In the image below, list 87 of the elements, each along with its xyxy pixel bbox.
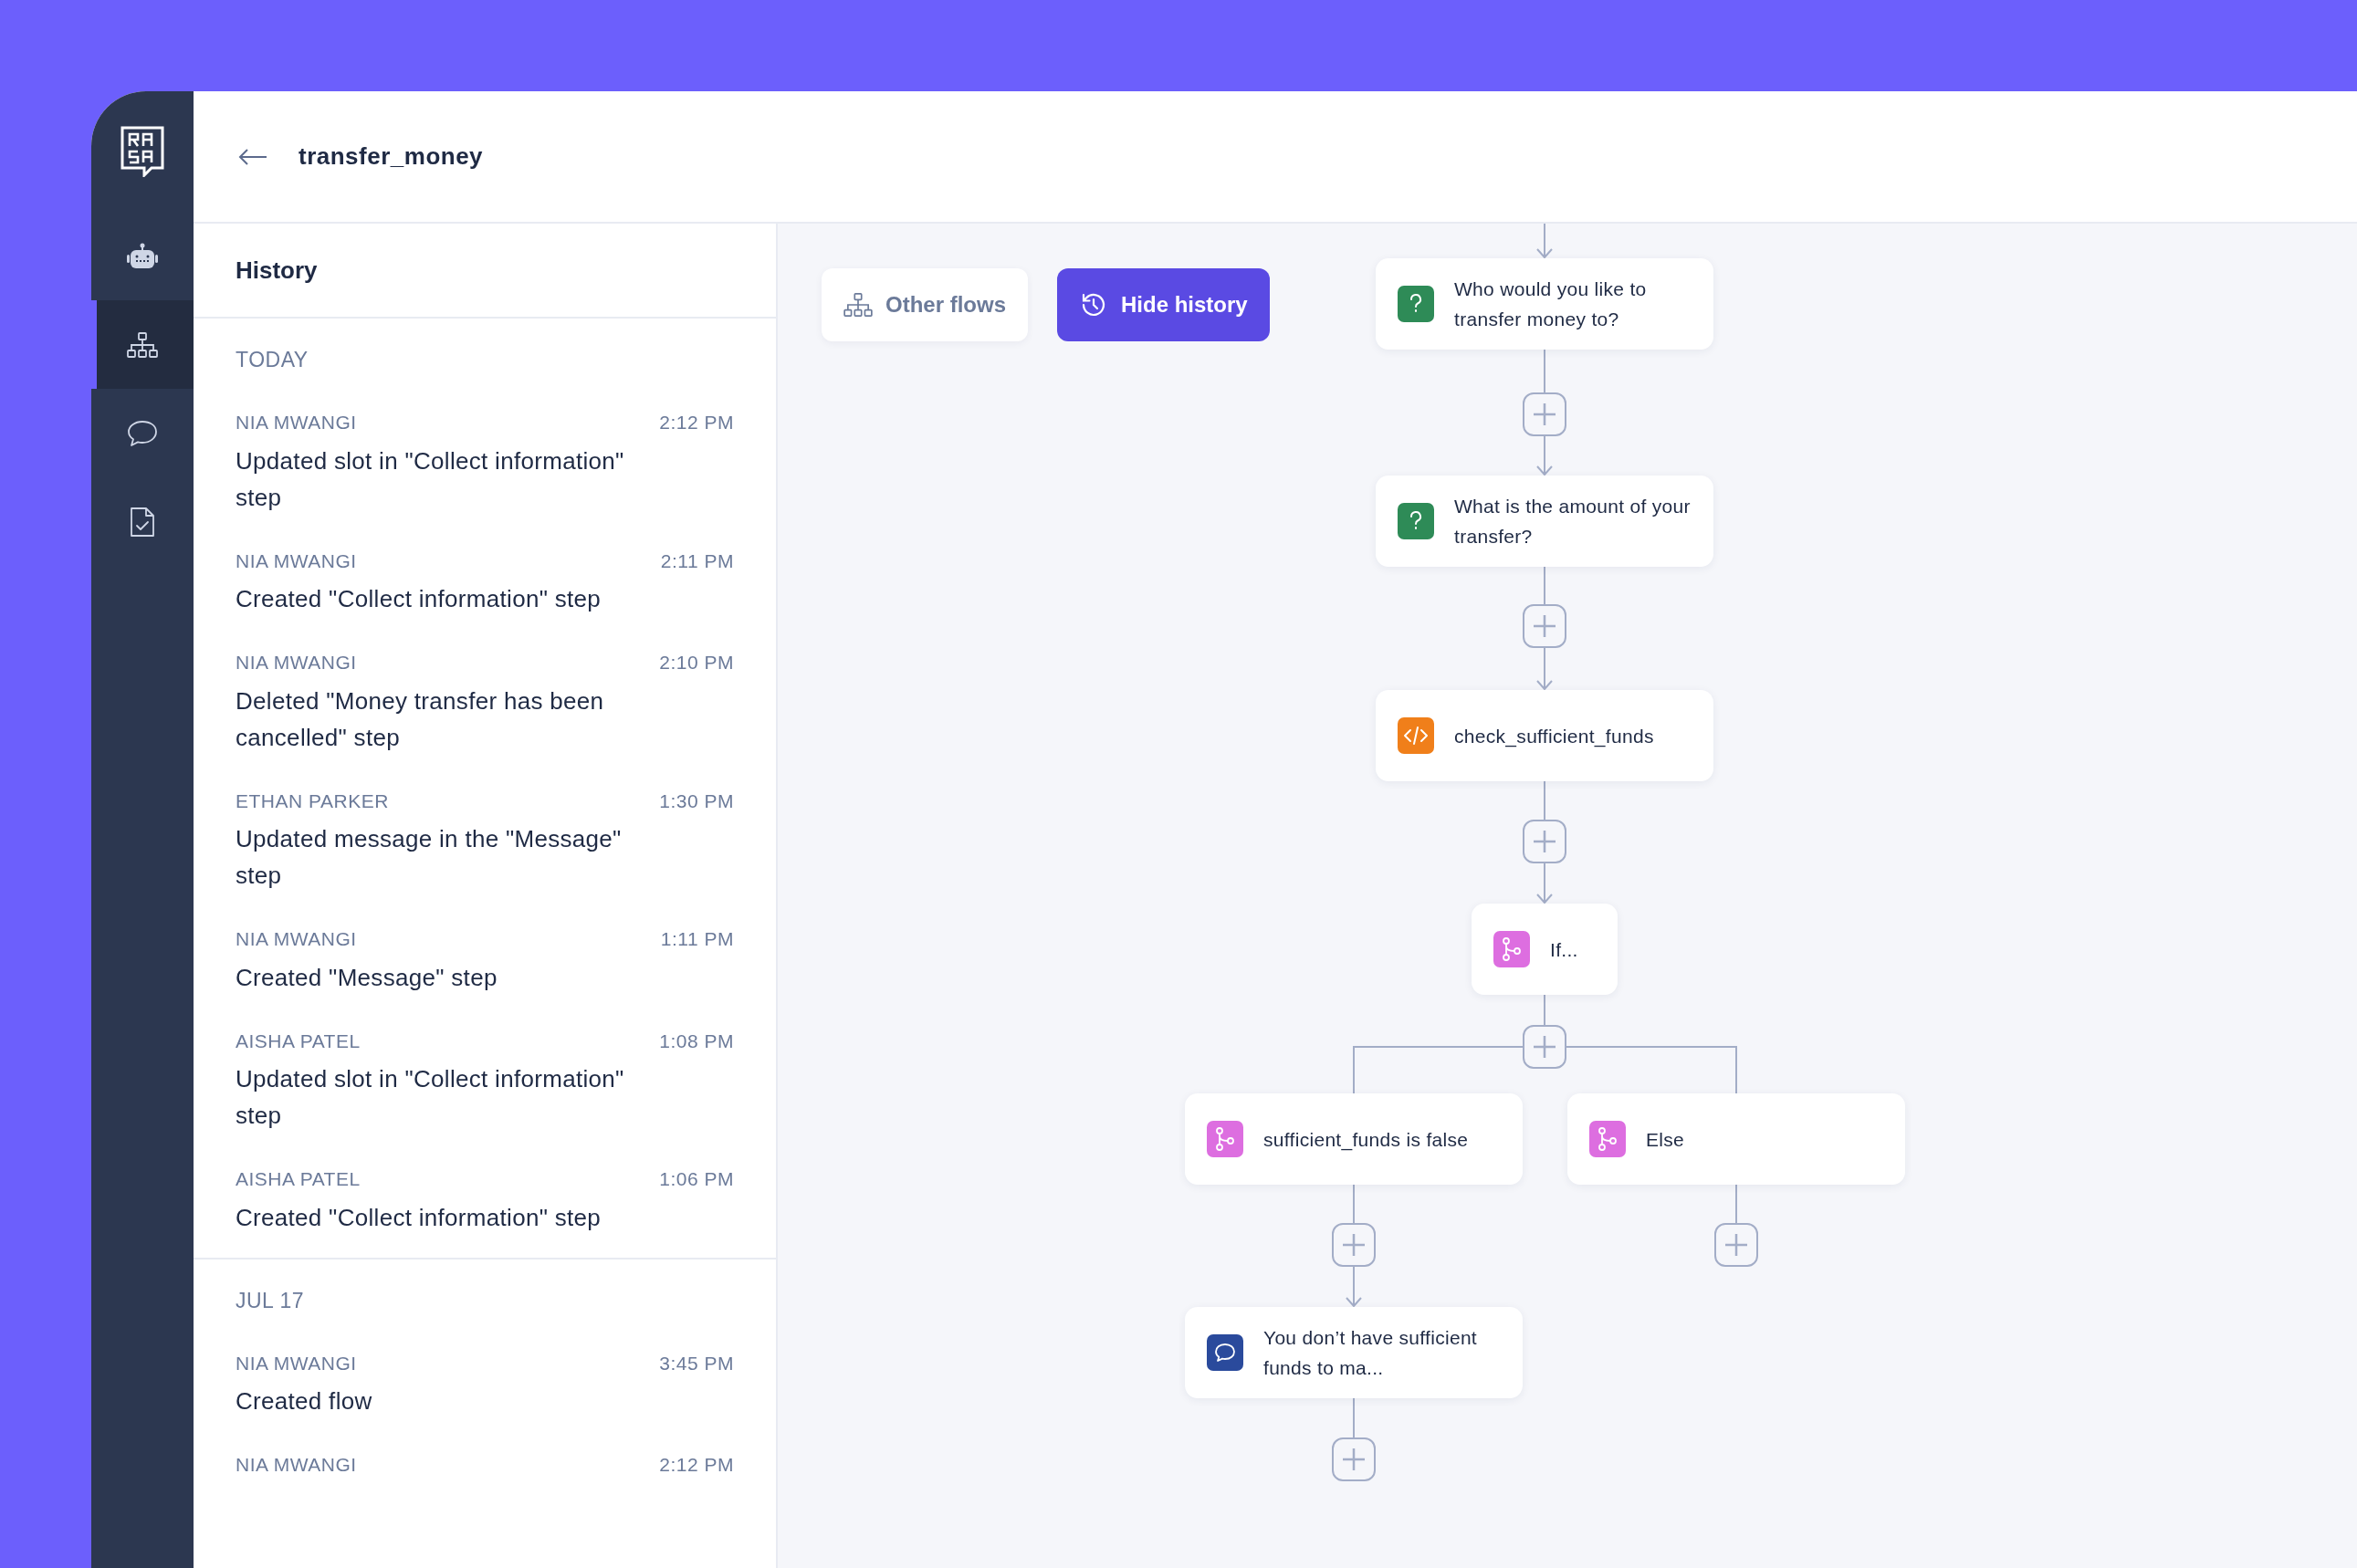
- connector-line: [1735, 1184, 1737, 1224]
- flow-step-card[interactable]: What is the amount of your transfer?: [1376, 476, 1713, 567]
- flow-step-card[interactable]: check_sufficient_funds: [1376, 690, 1713, 781]
- plus-icon: [1342, 1448, 1366, 1471]
- logo-icon: [120, 126, 164, 177]
- hide-history-button[interactable]: Hide history: [1057, 268, 1270, 341]
- connector-arrow: [1346, 1266, 1362, 1308]
- entry-time: 2:10 PM: [659, 651, 734, 674]
- entry-time: 1:11 PM: [660, 927, 734, 951]
- step-label: You don’t have sufficient funds to ma...: [1263, 1326, 1478, 1380]
- connector-arrow: [1536, 647, 1553, 691]
- sitemap-icon: [127, 331, 158, 358]
- connector-line: [1353, 1184, 1355, 1224]
- plus-icon: [1342, 1233, 1366, 1257]
- speech-bubble-icon: [127, 419, 158, 447]
- date-heading: JUL 17: [236, 1287, 306, 1314]
- add-step-button[interactable]: [1523, 604, 1566, 648]
- author-name: ETHAN PARKER: [236, 789, 389, 813]
- author-name: NIA MWANGI: [236, 651, 357, 674]
- connector-line: [1353, 1397, 1355, 1438]
- robot-icon: [126, 242, 159, 270]
- entry-time: 3:45 PM: [659, 1351, 734, 1375]
- author-name: NIA MWANGI: [236, 1453, 357, 1477]
- other-flows-button[interactable]: Other flows: [822, 268, 1028, 341]
- author-name: NIA MWANGI: [236, 411, 357, 434]
- sitemap-icon: [843, 293, 873, 317]
- author-name: NIA MWANGI: [236, 927, 357, 951]
- plus-icon: [1533, 830, 1556, 853]
- flow-step-card[interactable]: sufficient_funds is false: [1185, 1093, 1523, 1185]
- entry-time: 1:08 PM: [659, 1029, 734, 1053]
- add-step-button[interactable]: [1332, 1223, 1376, 1267]
- history-entry-text: Updated message in the "Message" step: [236, 824, 623, 891]
- code-icon: [1398, 717, 1434, 754]
- entry-time: 2:12 PM: [659, 411, 734, 434]
- connector-arrow: [1536, 435, 1553, 476]
- add-step-button[interactable]: [1332, 1437, 1376, 1481]
- speech-bubble-icon: [1207, 1334, 1243, 1371]
- plus-icon: [1533, 614, 1556, 638]
- history-entry-text: Deleted "Money transfer has been cancelled" step: [236, 685, 605, 753]
- flow-step-card[interactable]: You don’t have sufficient funds to ma...: [1185, 1307, 1523, 1398]
- connector-line: [1544, 992, 1545, 1026]
- step-label: If...: [1550, 937, 1578, 962]
- step-label: sufficient_funds is false: [1263, 1127, 1469, 1153]
- entry-time: 1:30 PM: [659, 789, 734, 813]
- flow-step-card[interactable]: Who would you like to transfer money to?: [1376, 258, 1713, 350]
- author-name: NIA MWANGI: [236, 1351, 357, 1375]
- entry-time: 2:12 PM: [659, 1453, 734, 1477]
- question-mark-icon: [1398, 286, 1434, 322]
- history-title: History: [236, 255, 318, 286]
- author-name: AISHA PATEL: [236, 1167, 361, 1191]
- date-heading: TODAY: [236, 347, 309, 373]
- sidebar-item[interactable]: [91, 300, 194, 389]
- history-entry-text: Created "Message" step: [236, 962, 498, 993]
- add-step-button[interactable]: [1714, 1223, 1758, 1267]
- plus-icon: [1533, 1035, 1556, 1059]
- document-check-icon: [130, 506, 155, 538]
- history-entry-text: Created "Collect information" step: [236, 584, 602, 614]
- step-label: check_sufficient_funds: [1454, 724, 1654, 749]
- history-entry-text: Updated slot in "Collect information" step: [236, 1064, 625, 1131]
- history-entry-text: Created flow: [236, 1386, 373, 1416]
- step-label: Else: [1646, 1127, 1685, 1152]
- connector-line: [1544, 780, 1545, 821]
- branch-icon: [1589, 1121, 1626, 1157]
- add-step-button[interactable]: [1523, 820, 1566, 863]
- connector-arrow: [1536, 862, 1553, 904]
- back-arrow-icon: [238, 147, 267, 166]
- entry-time: 1:06 PM: [659, 1167, 734, 1191]
- add-step-button[interactable]: [1523, 392, 1566, 436]
- entry-time: 2:11 PM: [660, 549, 734, 573]
- connector-line: [1544, 566, 1545, 605]
- plus-icon: [1724, 1233, 1748, 1257]
- step-label: Who would you like to transfer money to?: [1454, 277, 1648, 331]
- step-label: What is the amount of your transfer?: [1454, 495, 1692, 549]
- connector-arrow: [1536, 224, 1553, 259]
- flow-title: transfer_money: [299, 141, 484, 172]
- question-mark-icon: [1398, 503, 1434, 539]
- history-entry-text: Created "Collect information" step: [236, 1202, 602, 1233]
- plus-icon: [1533, 402, 1556, 426]
- history-entry-text: Updated slot in "Collect information" step: [236, 445, 625, 513]
- author-name: AISHA PATEL: [236, 1029, 361, 1053]
- branch-icon: [1493, 931, 1530, 967]
- add-step-button[interactable]: [1523, 1025, 1566, 1069]
- connector-line: [1544, 349, 1545, 393]
- flow-step-card[interactable]: If...: [1472, 904, 1618, 995]
- flow-step-card[interactable]: Else: [1567, 1093, 1905, 1185]
- branch-icon: [1207, 1121, 1243, 1157]
- author-name: NIA MWANGI: [236, 549, 357, 573]
